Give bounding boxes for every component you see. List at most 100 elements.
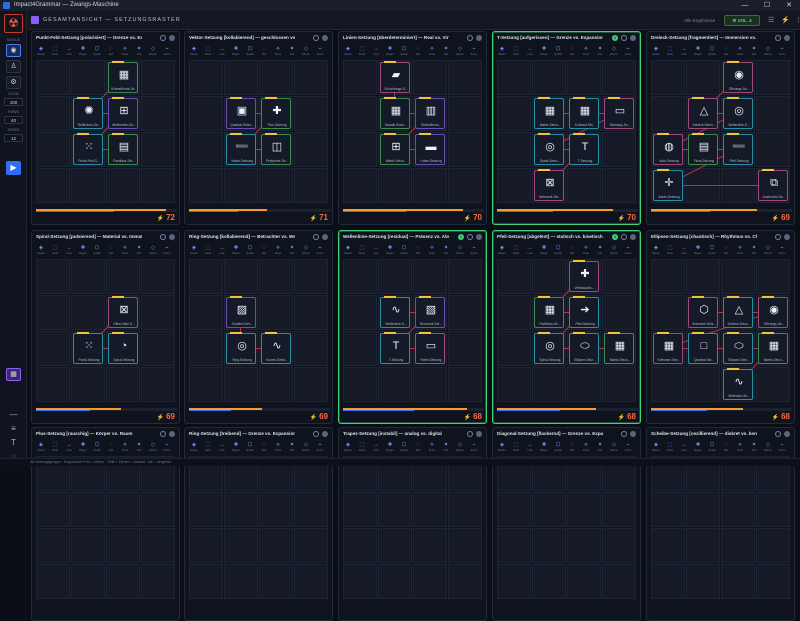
maximize-button[interactable]: ☐ [756, 0, 778, 11]
panel-status-icon[interactable] [630, 35, 636, 41]
grid-cell[interactable] [756, 492, 790, 527]
panel-tool-button[interactable]: ◈ Raster [188, 45, 200, 58]
panel-tool-button[interactable]: ⌁ Zoom [468, 45, 480, 58]
grid-cell[interactable] [532, 528, 566, 563]
panel-tool-button[interactable]: ◌ Ziel [105, 244, 117, 257]
setzung-panel[interactable]: Dreieck-Setzung [fragmentiert] — Immersi… [646, 31, 795, 225]
panel-tool-button[interactable]: ◌ Ziel [412, 244, 424, 257]
grid-cell[interactable] [106, 168, 140, 203]
grid-cell[interactable] [497, 492, 531, 527]
panel-tool-button[interactable]: ⌁ Zoom [314, 244, 326, 257]
setzung-node[interactable]: ▦ Mosaik-Setzu... [380, 97, 410, 129]
setzung-panel[interactable]: Spiral-Setzung [pulsierend] — Material v… [31, 230, 180, 424]
grid-cell[interactable] [651, 564, 685, 599]
panel-toggle-icon[interactable] [621, 431, 627, 437]
panel-toggle-icon[interactable] [467, 234, 473, 240]
panel-tool-button[interactable]: → Linie [63, 45, 75, 58]
grid-cell[interactable] [189, 132, 223, 167]
setzung-node[interactable]: ▦ Schweißnaht-Se... [108, 61, 138, 93]
grid-cell[interactable] [448, 168, 482, 203]
panel-tool-button[interactable]: ⟡ Fluss [119, 45, 131, 58]
panel-tool-button[interactable]: ⌁ Zoom [314, 45, 326, 58]
panel-status-icon[interactable] [169, 234, 175, 240]
setzung-node[interactable]: T T-Setzung [569, 133, 599, 165]
grid-cell[interactable] [343, 564, 377, 599]
grid-cell[interactable] [71, 492, 105, 527]
grid-cell[interactable] [602, 367, 636, 402]
grid-cell[interactable] [189, 60, 223, 95]
panel-status-icon[interactable] [784, 234, 790, 240]
grid-cell[interactable] [448, 295, 482, 330]
panel-tool-button[interactable]: ⌁ Zoom [776, 441, 788, 454]
setzung-node[interactable]: ✚ Plus-Setzung [261, 97, 291, 129]
grid-cell[interactable] [141, 331, 175, 366]
grid-cell[interactable] [378, 528, 412, 563]
setzung-node[interactable]: ▧ Bruchzeit-Set... [415, 296, 445, 328]
grid-cell[interactable] [259, 259, 293, 294]
grid-cell[interactable] [343, 168, 377, 203]
panel-tool-button[interactable]: ⬡ Quelle [398, 244, 410, 257]
setzung-panel[interactable]: Pfeil-Setzung [abgelöst] — statisch vs. … [492, 230, 641, 424]
panel-tool-button[interactable]: ◌ Ziel [105, 441, 117, 454]
panel-tool-button[interactable]: ✦ Info [133, 441, 145, 454]
panel-tool-button[interactable]: ◇ Ebene [300, 441, 312, 454]
panel-tool-button[interactable]: ◌ Ziel [412, 45, 424, 58]
panel-tool-button[interactable]: ◈ Raster [496, 45, 508, 58]
grid-cell[interactable] [224, 528, 258, 563]
grid-cell[interactable] [224, 60, 258, 95]
grid-cell[interactable] [602, 564, 636, 599]
setzung-node[interactable]: ▦ Partitions-Se... [534, 296, 564, 328]
grid-cell[interactable] [413, 367, 447, 402]
grid-cell[interactable] [567, 60, 601, 95]
setzung-node[interactable]: ⬭ Ellipsen-Setz... [569, 332, 599, 364]
panel-tool-button[interactable]: ⟡ Fluss [119, 441, 131, 454]
grid-cell[interactable] [294, 259, 328, 294]
grid-cell[interactable] [71, 168, 105, 203]
panel-status-icon[interactable] [630, 234, 636, 240]
panel-tool-button[interactable]: ◌ Ziel [566, 441, 578, 454]
panel-tool-button[interactable]: → Linie [524, 45, 536, 58]
setzung-node[interactable]: ◉ Öffnungs-Se... [723, 61, 753, 93]
panel-tool-button[interactable]: ◈ Raster [342, 244, 354, 257]
panel-tool-button[interactable]: ◈ Raster [342, 441, 354, 454]
panel-toggle-icon[interactable] [775, 431, 781, 437]
panel-tool-button[interactable]: ◌ Ziel [258, 441, 270, 454]
grid-cell[interactable] [602, 259, 636, 294]
grid-cell[interactable] [294, 60, 328, 95]
grid-cell[interactable] [413, 60, 447, 95]
panel-tool-button[interactable]: ⬚ Karte [510, 45, 522, 58]
setzung-node[interactable]: △ Dreieck-Setzu... [723, 296, 753, 328]
panel-toggle-icon[interactable] [313, 431, 319, 437]
grid-cell[interactable] [294, 528, 328, 563]
grid-cell[interactable] [378, 168, 412, 203]
setzung-panel[interactable]: Vektor-Setzung [kollabierend] — geschlos… [184, 31, 333, 225]
panel-tool-button[interactable]: ⌁ Zoom [161, 45, 173, 58]
panel-status-icon[interactable] [784, 35, 790, 41]
grid-cell[interactable] [259, 528, 293, 563]
panel-tool-button[interactable]: ◇ Ebene [300, 45, 312, 58]
panel-tool-button[interactable]: ⬚ Karte [49, 441, 61, 454]
grid-cell[interactable] [224, 367, 258, 402]
panel-tool-button[interactable]: ⟡ Fluss [734, 244, 746, 257]
grid-cell[interactable] [189, 96, 223, 131]
setzung-panel[interactable]: Ellipsen-Setzung [chaotisch] — Rhythmus … [646, 230, 795, 424]
panel-tool-button[interactable]: ⬡ Quelle [244, 45, 256, 58]
grid-cell[interactable] [532, 259, 566, 294]
panel-tool-button[interactable]: ⌁ Zoom [622, 441, 634, 454]
panel-tool-button[interactable]: ⟡ Fluss [580, 45, 592, 58]
grid-cell[interactable] [36, 168, 70, 203]
panel-status-icon[interactable] [476, 234, 482, 240]
panel-tool-button[interactable]: ⬡ Quelle [244, 441, 256, 454]
panel-tool-button[interactable]: ⬡ Quelle [706, 441, 718, 454]
filter-dropdown[interactable]: Alle Ergebnisse [684, 16, 715, 25]
grid-cell[interactable] [497, 168, 531, 203]
grid-cell[interactable] [36, 492, 70, 527]
text-icon[interactable]: T [6, 436, 21, 449]
panel-tool-button[interactable]: ✚ Bogen [692, 45, 704, 58]
bolt-icon[interactable]: ⚡ [781, 15, 790, 26]
grid-cell[interactable] [343, 96, 377, 131]
panel-tool-button[interactable]: ◈ Raster [342, 45, 354, 58]
grid-cell[interactable] [602, 492, 636, 527]
grid-cell[interactable] [497, 60, 531, 95]
setzung-node[interactable]: △ Dreieck-Setzu... [688, 97, 718, 129]
